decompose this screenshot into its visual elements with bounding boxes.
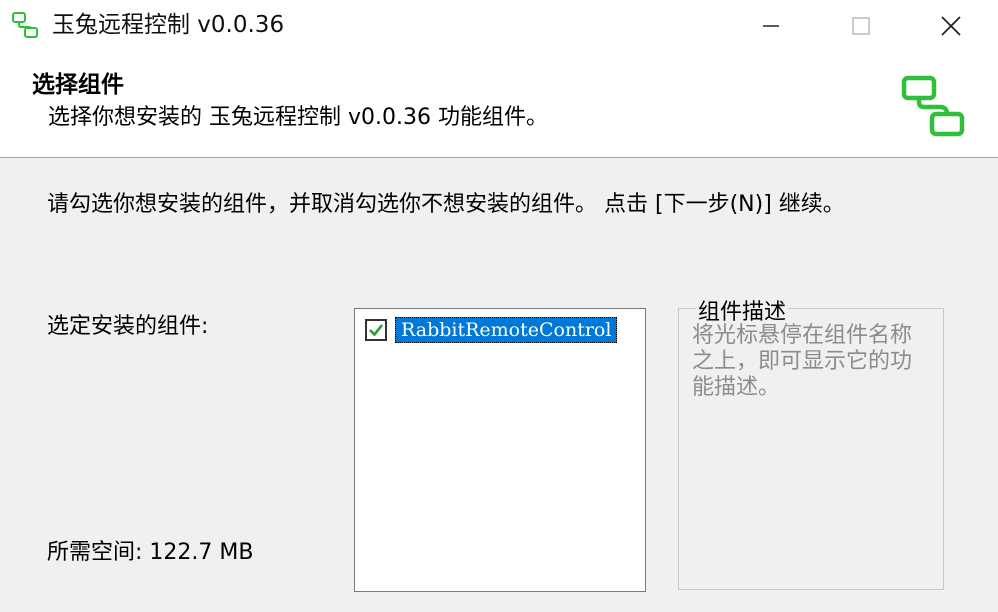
- component-name[interactable]: RabbitRemoteControl: [395, 317, 618, 343]
- description-title: 组件描述: [696, 294, 789, 326]
- maximize-icon: [852, 17, 870, 35]
- component-checkbox[interactable]: [365, 319, 387, 341]
- page-subtitle: 选择你想安装的 玉兔远程控制 v0.0.36 功能组件。: [48, 105, 548, 130]
- page-title: 选择组件: [32, 72, 124, 98]
- network-computers-icon: [12, 12, 38, 38]
- instruction-text: 请勾选你想安装的组件，并取消勾选你不想安装的组件。 点击 [下一步(N)] 继续…: [47, 192, 845, 217]
- window-title: 玉兔远程控制 v0.0.36: [52, 12, 285, 38]
- close-button[interactable]: [906, 0, 996, 52]
- page-header: 选择组件 选择你想安装的 玉兔远程控制 v0.0.36 功能组件。: [0, 52, 998, 158]
- list-item[interactable]: RabbitRemoteControl: [365, 315, 618, 345]
- title-bar: 玉兔远程控制 v0.0.36: [0, 0, 998, 52]
- minimize-button[interactable]: [726, 0, 816, 52]
- network-computers-icon: [901, 75, 965, 137]
- space-required-label: 所需空间: 122.7 MB: [47, 540, 254, 565]
- component-list[interactable]: RabbitRemoteControl: [354, 308, 646, 592]
- select-components-label: 选定安装的组件:: [47, 314, 209, 339]
- close-icon: [941, 16, 961, 36]
- description-text: 将光标悬停在组件名称之上，即可显示它的功能描述。: [692, 323, 913, 400]
- minimize-icon: [763, 25, 779, 27]
- checkmark-icon: [369, 324, 384, 337]
- maximize-button[interactable]: [816, 0, 906, 52]
